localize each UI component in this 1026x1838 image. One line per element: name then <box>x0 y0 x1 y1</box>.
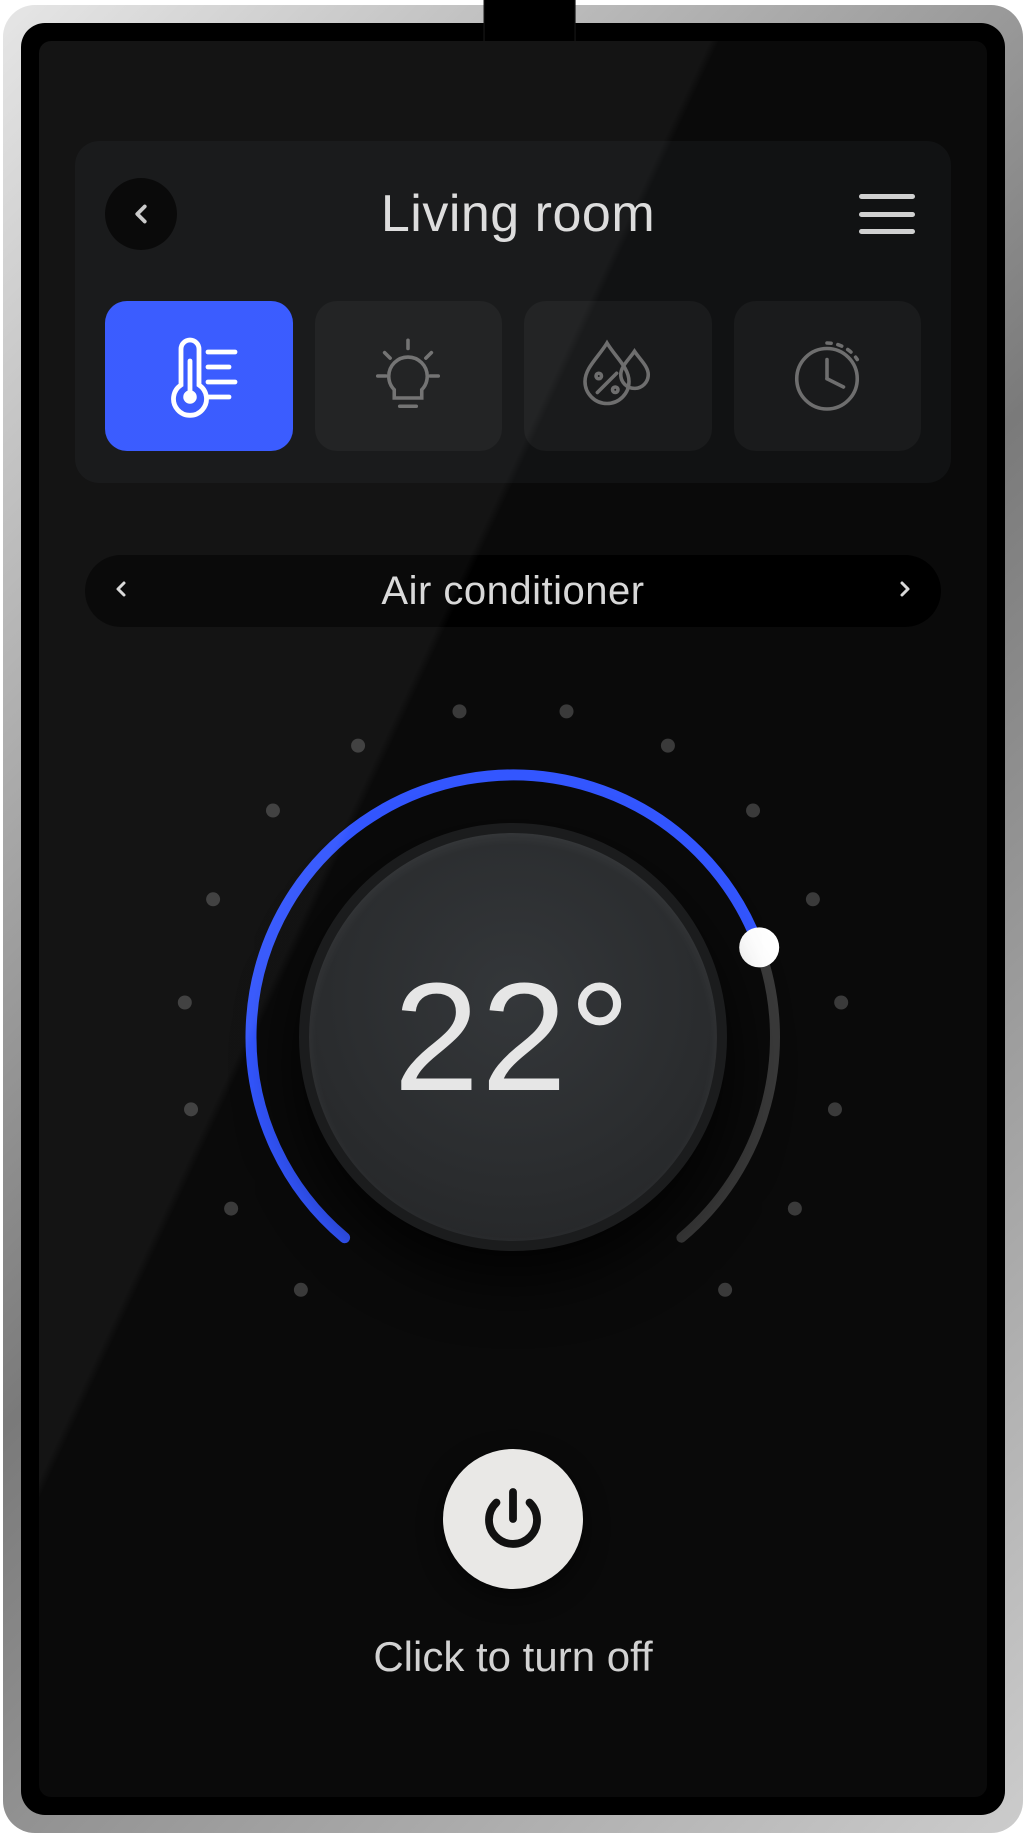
device-frame: Living room <box>3 5 1023 1833</box>
dial-knob[interactable]: 22° <box>299 823 727 1251</box>
device-selector: Air conditioner <box>85 555 941 627</box>
back-button[interactable] <box>105 178 177 250</box>
tab-climate[interactable] <box>105 301 293 451</box>
menu-button[interactable] <box>859 194 915 234</box>
chevron-right-icon <box>893 577 917 601</box>
tab-humidity[interactable] <box>524 301 712 451</box>
dial-handle[interactable] <box>739 927 779 967</box>
device-next-button[interactable] <box>893 577 917 606</box>
device-selector-label: Air conditioner <box>381 569 644 614</box>
device-prev-button[interactable] <box>109 577 133 606</box>
temperature-dial[interactable]: 22° <box>153 677 873 1397</box>
power-icon <box>477 1483 549 1555</box>
screen: Living room <box>39 41 987 1797</box>
category-tabs <box>105 301 921 451</box>
lightbulb-icon <box>364 332 452 420</box>
device-camera-notch <box>484 0 576 47</box>
tab-lighting[interactable] <box>315 301 503 451</box>
chevron-left-icon <box>126 199 156 229</box>
room-title: Living room <box>381 184 655 244</box>
room-header-card: Living room <box>75 141 951 483</box>
power-button[interactable] <box>443 1449 583 1589</box>
tab-timer[interactable] <box>734 301 922 451</box>
power-label: Click to turn off <box>39 1633 987 1681</box>
hamburger-icon <box>859 194 915 199</box>
thermometer-icon <box>151 328 247 424</box>
clock-icon <box>783 332 871 420</box>
chevron-left-icon <box>109 577 133 601</box>
temperature-value: 22° <box>394 949 633 1126</box>
humidity-icon <box>574 332 662 420</box>
